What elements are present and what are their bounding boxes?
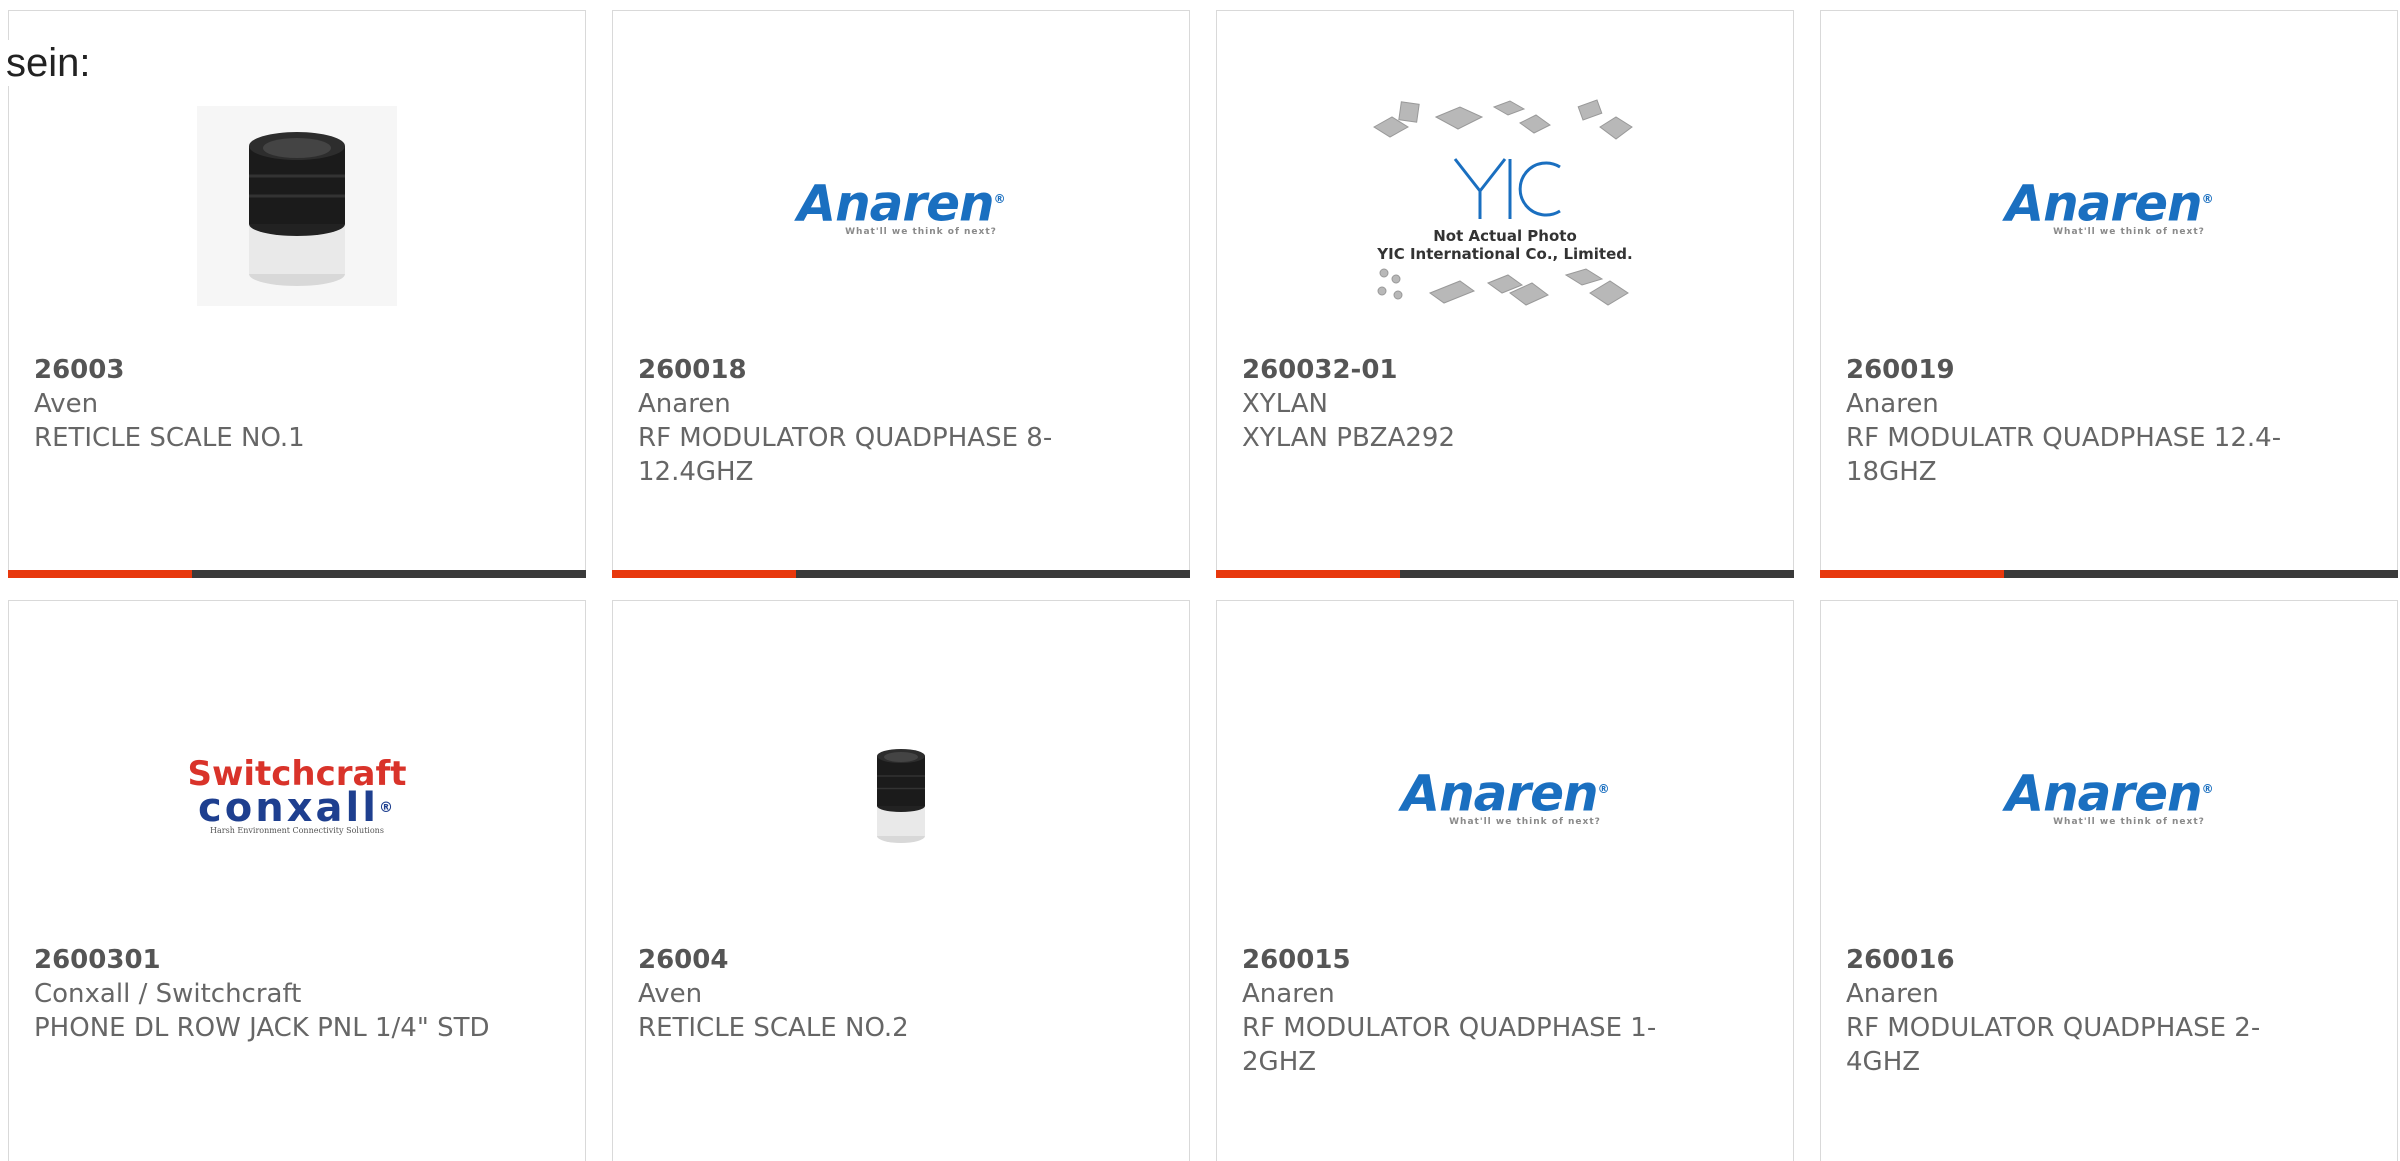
yic-caption: Not Actual Photo YIC International Co., … bbox=[1377, 227, 1633, 263]
product-info: 260018 Anaren RF MODULATOR QUADPHASE 8-1… bbox=[638, 353, 1108, 489]
brand-name: Anaren bbox=[1242, 979, 1335, 1009]
brand-name: Anaren bbox=[638, 389, 731, 419]
product-info: 260032-01 XYLAN XYLAN PBZA292 bbox=[1242, 353, 1712, 455]
product-card[interactable]: Anaren® What'll we think of next? 260019… bbox=[1820, 10, 2398, 578]
product-card[interactable]: Not Actual Photo YIC International Co., … bbox=[1216, 10, 1794, 578]
product-card[interactable]: Switchcraft conxall® Harsh Environment C… bbox=[8, 600, 586, 1161]
card-bottom-bar bbox=[8, 570, 586, 578]
product-card[interactable]: Anaren® What'll we think of next? 260015… bbox=[1216, 600, 1794, 1161]
card-accent-bar bbox=[1820, 570, 2004, 578]
product-card[interactable]: 26004 Aven RETICLE SCALE NO.2 bbox=[612, 600, 1190, 1161]
anaren-logo: Anaren® What'll we think of next? bbox=[1401, 764, 1609, 828]
card-bottom-bar bbox=[612, 570, 1190, 578]
anaren-logo: Anaren® What'll we think of next? bbox=[797, 174, 1005, 238]
product-info: 260016 Anaren RF MODULATOR QUADPHASE 2-4… bbox=[1846, 943, 2316, 1079]
loupe-icon bbox=[197, 106, 397, 306]
product-image[interactable] bbox=[613, 661, 1189, 931]
card-bottom-bar bbox=[1820, 570, 2398, 578]
loupe-icon bbox=[877, 749, 925, 843]
chip-icons-bottom bbox=[1377, 268, 1629, 306]
card-accent-bar bbox=[612, 570, 796, 578]
brand-name: Conxall / Switchcraft bbox=[34, 979, 302, 1009]
yic-logo-icon bbox=[1453, 158, 1561, 219]
page-prefix-text: sein: bbox=[6, 40, 91, 86]
product-info: 260015 Anaren RF MODULATOR QUADPHASE 1-2… bbox=[1242, 943, 1712, 1079]
product-info: 2600301 Conxall / Switchcraft PHONE DL R… bbox=[34, 943, 504, 1045]
product-description: RF MODULATOR QUADPHASE 1-2GHZ bbox=[1242, 1013, 1657, 1077]
part-number[interactable]: 260018 bbox=[638, 353, 1108, 387]
product-info: 260019 Anaren RF MODULATR QUADPHASE 12.4… bbox=[1846, 353, 2316, 489]
switchcraft-conxall-logo: Switchcraft conxall® Harsh Environment C… bbox=[187, 753, 407, 835]
product-description: RF MODULATOR QUADPHASE 2-4GHZ bbox=[1846, 1013, 2261, 1077]
product-image[interactable]: Not Actual Photo YIC International Co., … bbox=[1217, 71, 1793, 341]
part-number[interactable]: 2600301 bbox=[34, 943, 504, 977]
card-accent-bar bbox=[8, 570, 192, 578]
product-image[interactable]: Anaren® What'll we think of next? bbox=[1217, 661, 1793, 931]
brand-name: Aven bbox=[638, 979, 703, 1009]
part-number[interactable]: 260016 bbox=[1846, 943, 2316, 977]
part-number[interactable]: 26004 bbox=[638, 943, 1108, 977]
product-image[interactable]: Switchcraft conxall® Harsh Environment C… bbox=[9, 661, 585, 931]
product-description: RETICLE SCALE NO.2 bbox=[638, 1013, 909, 1043]
product-image[interactable]: Anaren® What'll we think of next? bbox=[1821, 661, 2397, 931]
part-number[interactable]: 260019 bbox=[1846, 353, 2316, 387]
product-description: RETICLE SCALE NO.1 bbox=[34, 423, 305, 453]
product-card[interactable]: Anaren® What'll we think of next? 260018… bbox=[612, 10, 1190, 578]
product-description: XYLAN PBZA292 bbox=[1242, 423, 1456, 453]
product-description: PHONE DL ROW JACK PNL 1/4" STD bbox=[34, 1013, 490, 1043]
part-number[interactable]: 260015 bbox=[1242, 943, 1712, 977]
product-description: RF MODULATOR QUADPHASE 8-12.4GHZ bbox=[638, 423, 1053, 487]
brand-name: Anaren bbox=[1846, 389, 1939, 419]
yic-placeholder-image: Not Actual Photo YIC International Co., … bbox=[1370, 97, 1640, 315]
product-image[interactable] bbox=[9, 71, 585, 341]
part-number[interactable]: 26003 bbox=[34, 353, 504, 387]
product-card[interactable]: Anaren® What'll we think of next? 260016… bbox=[1820, 600, 2398, 1161]
product-image[interactable]: Anaren® What'll we think of next? bbox=[1821, 71, 2397, 341]
brand-name: Aven bbox=[34, 389, 99, 419]
product-info: 26003 Aven RETICLE SCALE NO.1 bbox=[34, 353, 504, 455]
part-number[interactable]: 260032-01 bbox=[1242, 353, 1712, 387]
anaren-logo: Anaren® What'll we think of next? bbox=[2005, 174, 2213, 238]
anaren-logo: Anaren® What'll we think of next? bbox=[2005, 764, 2213, 828]
product-description: RF MODULATR QUADPHASE 12.4-18GHZ bbox=[1846, 423, 2282, 487]
card-accent-bar bbox=[1216, 570, 1400, 578]
card-bottom-bar bbox=[1216, 570, 1794, 578]
chip-icons-top bbox=[1373, 99, 1633, 140]
brand-name: XYLAN bbox=[1242, 389, 1329, 419]
product-card[interactable]: 26003 Aven RETICLE SCALE NO.1 bbox=[8, 10, 586, 578]
product-info: 26004 Aven RETICLE SCALE NO.2 bbox=[638, 943, 1108, 1045]
product-image[interactable]: Anaren® What'll we think of next? bbox=[613, 71, 1189, 341]
brand-name: Anaren bbox=[1846, 979, 1939, 1009]
